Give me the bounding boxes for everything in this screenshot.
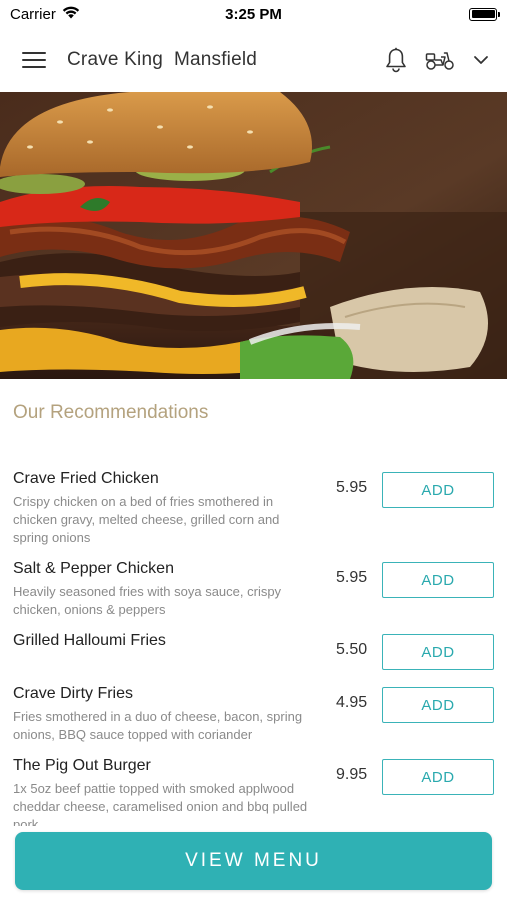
wifi-icon: [62, 6, 80, 23]
item-name: Grilled Halloumi Fries: [13, 632, 166, 649]
item-price: 5.95: [336, 479, 368, 496]
item-name: Crave Dirty Fries: [13, 685, 134, 702]
status-bar: Carrier 3:25 PM: [0, 0, 507, 28]
hero-burger-image: [0, 92, 507, 379]
nav-bar: Crave King Mansfield: [0, 28, 507, 92]
item-description: Crispy chicken on a bed of fries smother…: [13, 494, 280, 545]
add-button[interactable]: ADD: [382, 562, 494, 598]
section-title: Our Recommendations: [13, 402, 209, 423]
item-description: 1x 5oz beef pattie topped with smoked ap…: [13, 781, 308, 826]
restaurant-title: Crave King Mansfield: [67, 49, 258, 70]
item-price: 5.95: [336, 569, 368, 586]
item-name: Crave Fried Chicken: [13, 470, 159, 487]
add-button[interactable]: ADD: [382, 634, 494, 670]
item-name: Salt & Pepper Chicken: [13, 560, 174, 577]
nav-actions: [385, 47, 489, 73]
item-name: The Pig Out Burger: [13, 757, 151, 774]
hamburger-menu-button[interactable]: [22, 50, 46, 70]
item-description: Fries smothered in a duo of cheese, baco…: [13, 709, 303, 742]
chevron-down-icon[interactable]: [473, 55, 489, 65]
item-price: 5.50: [336, 641, 368, 658]
item-description: Heavily seasoned fries with soya sauce, …: [13, 584, 282, 617]
item-price: 4.95: [336, 694, 368, 711]
add-button[interactable]: ADD: [382, 472, 494, 508]
delivery-scooter-icon[interactable]: [425, 49, 455, 71]
recommendations-list: Crave Fried Chicken Crispy chicken on a …: [0, 466, 507, 826]
carrier-label: Carrier: [10, 5, 56, 23]
view-menu-button[interactable]: VIEW MENU: [15, 832, 492, 890]
item-price: 9.95: [336, 766, 368, 783]
status-left: Carrier: [10, 6, 80, 23]
add-button[interactable]: ADD: [382, 759, 494, 795]
add-button[interactable]: ADD: [382, 687, 494, 723]
notification-bell-icon[interactable]: [385, 47, 407, 73]
battery-icon: [469, 7, 500, 21]
